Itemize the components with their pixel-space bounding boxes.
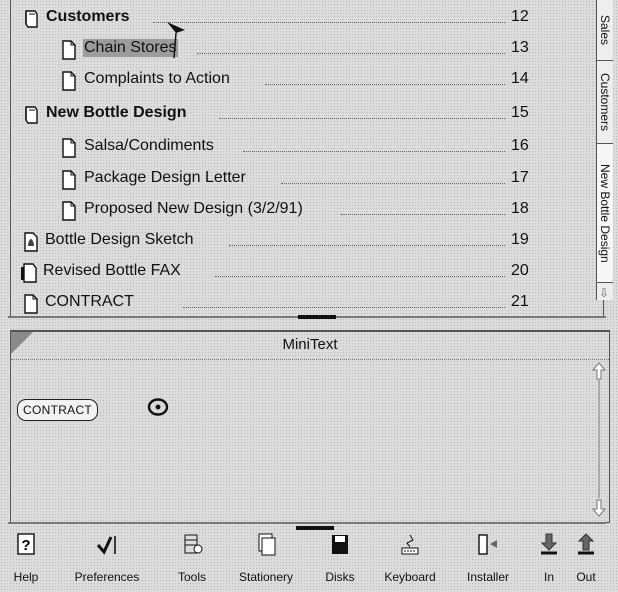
toc-page-number: 12	[511, 8, 529, 25]
svg-text:?: ?	[21, 537, 30, 554]
toc-page-number: 21	[511, 293, 529, 310]
toc-entry-salsa[interactable]: Salsa/Condiments 16	[11, 133, 551, 163]
out-box-button[interactable]: Out	[572, 528, 600, 592]
leader-dots	[243, 151, 505, 152]
toc-entry-chain-stores[interactable]: Chain Stores 13	[11, 35, 551, 65]
page-icon	[62, 40, 76, 60]
scroll-down-arrow-icon[interactable]	[591, 499, 607, 517]
leader-dots	[197, 53, 505, 54]
preferences-button[interactable]: Preferences	[72, 528, 142, 592]
tools-icon	[184, 534, 203, 554]
toc-page-number: 19	[511, 231, 529, 248]
toc-page-number: 13	[511, 39, 529, 56]
toc-entry-contract[interactable]: CONTRACT 21	[11, 289, 551, 319]
tools-button[interactable]: Tools	[174, 528, 210, 592]
toc-entry-title: Salsa/Condiments	[84, 137, 214, 154]
notebook-contents-pane: Customers 12 Chain Stores 13 Complaints …	[10, 0, 604, 316]
in-arrow-icon	[540, 533, 558, 555]
disk-icon	[332, 535, 348, 554]
leader-dots	[229, 245, 505, 246]
help-button[interactable]: ? Help	[8, 528, 44, 592]
tab-customers[interactable]: Customers	[597, 61, 613, 144]
toc-entry-title: Proposed New Design (3/2/91)	[84, 200, 303, 217]
button-bar: ? Help Preferences Tools Stationery Disk…	[0, 528, 618, 592]
scroll-down-arrow-icon[interactable]: ⇩	[599, 286, 609, 300]
stationery-icon	[258, 533, 276, 556]
minitext-scrollbar[interactable]	[591, 362, 607, 517]
toc-entry-title: Customers	[46, 8, 130, 25]
toc-page-number: 20	[511, 262, 529, 279]
stationery-button[interactable]: Stationery	[238, 528, 294, 592]
leader-dots	[281, 183, 505, 184]
page-icon	[62, 71, 76, 91]
leader-dots	[265, 84, 505, 85]
contract-tag[interactable]: CONTRACT	[17, 399, 99, 421]
tab-new-bottle-design[interactable]: New Bottle Design	[597, 144, 613, 283]
resize-handle[interactable]	[298, 315, 336, 319]
toc-entry-proposed-new-design[interactable]: Proposed New Design (3/2/91) 18	[11, 196, 551, 226]
toc-page-number: 15	[511, 104, 529, 121]
toc-entry-title: Bottle Design Sketch	[45, 231, 194, 248]
pen-cursor-icon	[167, 22, 185, 59]
page-icon	[62, 201, 76, 221]
page-icon	[62, 138, 76, 158]
leader-dots	[183, 307, 505, 308]
minitext-title: MiniText	[282, 336, 338, 353]
leader-dots	[215, 276, 505, 277]
toc-entry-bottle-design-sketch[interactable]: Bottle Design Sketch 19	[11, 227, 551, 257]
screen: Customers 12 Chain Stores 13 Complaints …	[0, 0, 618, 592]
toc-entry-title: Package Design Letter	[84, 169, 246, 186]
disks-button[interactable]: Disks	[320, 528, 360, 592]
toc-entry-title: New Bottle Design	[46, 104, 187, 121]
toc-entry-package-design-letter[interactable]: Package Design Letter 17	[11, 165, 551, 195]
installer-button[interactable]: Installer	[466, 528, 510, 592]
scroll-up-arrow-icon[interactable]	[591, 362, 607, 380]
minitext-pane: MiniText CONTRACT	[10, 330, 610, 523]
installer-icon	[478, 534, 497, 555]
toc-entry-title: Complaints to Action	[84, 70, 230, 87]
tab-sales[interactable]: Sales	[597, 0, 613, 61]
help-icon: ?	[17, 533, 35, 555]
leader-dots	[219, 118, 505, 119]
scroll-track[interactable]	[598, 380, 600, 498]
insertion-caret-icon	[147, 398, 169, 416]
in-box-button[interactable]: In	[536, 528, 562, 592]
out-arrow-icon	[577, 533, 595, 555]
toc-entry-revised-bottle-fax[interactable]: Revised Bottle FAX 20	[11, 258, 551, 288]
toc-entry-title: CONTRACT	[45, 293, 134, 310]
check-preferences-icon	[96, 536, 116, 555]
keyboard-icon	[401, 534, 419, 555]
leader-dots	[153, 22, 505, 23]
toc-page-number: 16	[511, 137, 529, 154]
notebook-section-icon	[25, 106, 38, 124]
page-icon	[62, 170, 76, 190]
section-tabs: Sales Customers New Bottle Design ⇩	[596, 0, 613, 300]
toc-entry-customers[interactable]: Customers 12	[11, 4, 551, 34]
title-divider	[11, 359, 609, 360]
toc-page-number: 17	[511, 169, 529, 186]
toc-entry-title: Revised Bottle FAX	[43, 262, 181, 279]
toc-entry-complaints[interactable]: Complaints to Action 14	[11, 66, 551, 96]
toc-page-number: 18	[511, 200, 529, 217]
leader-dots	[341, 214, 505, 215]
toc-page-number: 14	[511, 70, 529, 87]
keyboard-button[interactable]: Keyboard	[384, 528, 436, 592]
pane-divider	[8, 522, 606, 524]
toc-entry-new-bottle-design[interactable]: New Bottle Design 15	[11, 100, 551, 130]
notebook-section-icon	[25, 10, 38, 28]
